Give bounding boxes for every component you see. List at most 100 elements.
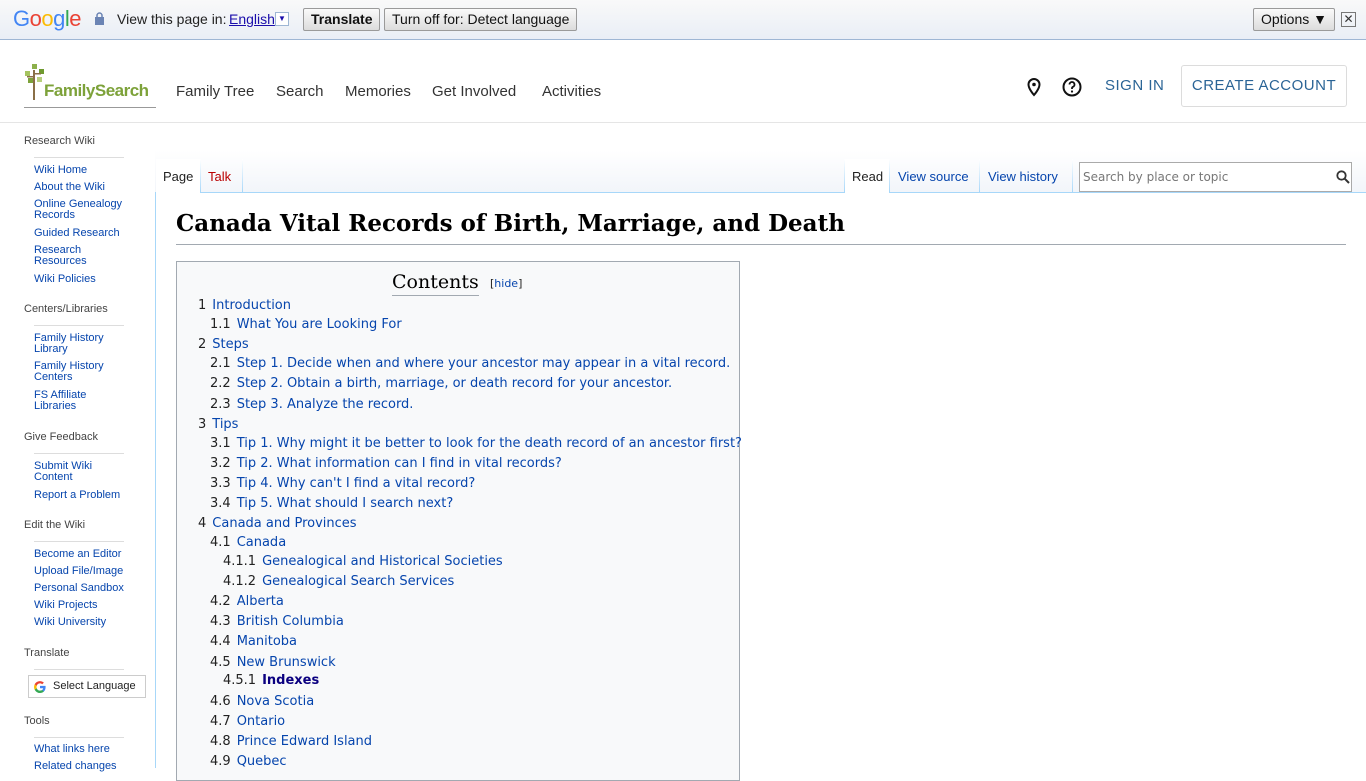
sidebar-item-sandbox[interactable]: Personal Sandbox xyxy=(34,583,144,594)
search-icon[interactable] xyxy=(1336,170,1350,184)
toc-link[interactable]: Manitoba xyxy=(237,634,297,649)
help-icon[interactable] xyxy=(1062,77,1082,97)
tab-view-history[interactable]: View history xyxy=(988,169,1058,184)
toc-link[interactable]: Nova Scotia xyxy=(237,694,315,709)
google-translate-bar: Google View this page in: English ▼ Tran… xyxy=(0,0,1366,40)
sidebar-item-research-resources[interactable]: Research Resources xyxy=(34,245,104,267)
sidebar-heading-translate: Translate xyxy=(24,647,70,659)
sidebar-item-submit-content[interactable]: Submit Wiki Content xyxy=(34,461,109,483)
toc-item[interactable]: 4.1 Canada xyxy=(210,535,286,550)
toc-link[interactable]: Step 1. Decide when and where your ances… xyxy=(237,356,731,371)
language-select[interactable]: English xyxy=(229,11,275,27)
toc-item[interactable]: 3.4 Tip 5. What should I search next? xyxy=(210,496,453,511)
toc-hide-link[interactable]: hide xyxy=(494,277,518,290)
select-language-dropdown[interactable]: Select Language xyxy=(28,675,146,698)
sidebar-item-fh-library[interactable]: Family History Library xyxy=(34,333,114,355)
toc-link[interactable]: Step 3. Analyze the record. xyxy=(237,397,414,412)
toc-link[interactable]: Alberta xyxy=(237,594,284,609)
options-button[interactable]: Options ▼ xyxy=(1253,8,1335,31)
toc-item[interactable]: 1.1 What You are Looking For xyxy=(210,317,402,332)
toc-link[interactable]: Quebec xyxy=(237,754,287,769)
toc-item[interactable]: 4 Canada and Provinces xyxy=(198,516,357,531)
turn-off-button[interactable]: Turn off for: Detect language xyxy=(384,8,578,31)
sidebar-item-wiki-policies[interactable]: Wiki Policies xyxy=(34,274,144,285)
toc-item[interactable]: 1 Introduction xyxy=(198,298,291,313)
divider xyxy=(34,453,124,454)
toc-item[interactable]: 4.4 Manitoba xyxy=(210,634,297,649)
sidebar-item-report-problem[interactable]: Report a Problem xyxy=(34,490,144,501)
sidebar-item-related-changes[interactable]: Related changes xyxy=(34,761,144,772)
toc-item[interactable]: 3 Tips xyxy=(198,417,238,432)
sidebar-item-wiki-university[interactable]: Wiki University xyxy=(34,617,144,628)
toc-link[interactable]: Prince Edward Island xyxy=(237,734,372,749)
toc-link[interactable]: Steps xyxy=(212,337,248,352)
nav-get-involved[interactable]: Get Involved xyxy=(432,83,516,100)
toc-link[interactable]: Tip 5. What should I search next? xyxy=(237,496,454,511)
toc-number: 4.4 xyxy=(210,634,231,649)
toc-hide-toggle[interactable]: [hide] xyxy=(490,277,522,290)
toc-link[interactable]: Introduction xyxy=(212,298,291,313)
toc-item[interactable]: 4.7 Ontario xyxy=(210,714,285,729)
sidebar-item-what-links-here[interactable]: What links here xyxy=(34,744,144,755)
toc-link[interactable]: Genealogical Search Services xyxy=(262,574,454,589)
sidebar-item-wiki-home[interactable]: Wiki Home xyxy=(34,165,144,176)
toc-item[interactable]: 4.5 New Brunswick xyxy=(210,655,336,670)
toc-item[interactable]: 4.1.1 Genealogical and Historical Societi… xyxy=(223,554,503,569)
create-account-button[interactable]: CREATE ACCOUNT xyxy=(1181,65,1347,107)
tab-page[interactable]: Page xyxy=(156,159,200,193)
toc-item[interactable]: 4.1.2 Genealogical Search Services xyxy=(223,574,454,589)
location-pin-icon[interactable] xyxy=(1024,77,1044,97)
toc-item[interactable]: 4.9 Quebec xyxy=(210,754,287,769)
toc-link[interactable]: Tip 1. Why might it be better to look fo… xyxy=(237,436,742,451)
toc-item[interactable]: 2.2 Step 2. Obtain a birth, marriage, or … xyxy=(210,376,672,391)
toc-link[interactable]: British Columbia xyxy=(237,614,344,629)
language-dropdown-icon[interactable]: ▼ xyxy=(275,12,289,26)
toc-link[interactable]: Genealogical and Historical Societies xyxy=(262,554,503,569)
nav-memories[interactable]: Memories xyxy=(345,83,411,100)
toc-link[interactable]: New Brunswick xyxy=(237,655,336,670)
tab-view-source[interactable]: View source xyxy=(898,169,969,184)
toc-link[interactable]: Step 2. Obtain a birth, marriage, or dea… xyxy=(237,376,673,391)
nav-activities[interactable]: Activities xyxy=(542,83,601,100)
toc-link[interactable]: Canada and Provinces xyxy=(212,516,356,531)
toc-link[interactable]: What You are Looking For xyxy=(237,317,402,332)
search-input[interactable]: Search by place or topic xyxy=(1079,162,1352,192)
toc-item[interactable]: 2 Steps xyxy=(198,337,249,352)
toc-item[interactable]: 4.6 Nova Scotia xyxy=(210,694,314,709)
sidebar-item-guided-research[interactable]: Guided Research xyxy=(34,228,144,239)
sidebar-item-upload-file[interactable]: Upload File/Image xyxy=(34,566,144,577)
logo-text: FamilySearch xyxy=(44,81,149,100)
toc-link[interactable]: Tip 4. Why can't I find a vital record? xyxy=(237,476,476,491)
close-icon[interactable]: ✕ xyxy=(1341,12,1356,27)
toc-item[interactable]: 4.5.1 Indexes xyxy=(223,673,319,688)
toc-number: 3.4 xyxy=(210,496,231,511)
toc-item[interactable]: 4.8 Prince Edward Island xyxy=(210,734,372,749)
toc-number: 1 xyxy=(198,298,207,313)
toc-item[interactable]: 4.3 British Columbia xyxy=(210,614,344,629)
familysearch-logo[interactable]: FamilySearch xyxy=(24,64,156,108)
toc-link[interactable]: Indexes xyxy=(262,673,319,688)
sign-in-link[interactable]: SIGN IN xyxy=(1105,77,1164,94)
nav-search[interactable]: Search xyxy=(276,83,324,100)
toc-item[interactable]: 4.2 Alberta xyxy=(210,594,284,609)
nav-family-tree[interactable]: Family Tree xyxy=(176,83,254,100)
sidebar-item-fs-affiliate[interactable]: FS Affiliate Libraries xyxy=(34,390,104,412)
toc-link[interactable]: Tip 2. What information can I find in vi… xyxy=(237,456,562,471)
tab-read[interactable]: Read xyxy=(845,159,889,193)
toc-item[interactable]: 3.2 Tip 2. What information can I find in… xyxy=(210,456,562,471)
sidebar-item-online-records[interactable]: Online Genealogy Records xyxy=(34,199,134,221)
tab-talk[interactable]: Talk xyxy=(208,169,231,184)
toc-item[interactable]: 2.1 Step 1. Decide when and where your an… xyxy=(210,356,730,371)
toc-item[interactable]: 2.3 Step 3. Analyze the record. xyxy=(210,397,413,412)
sidebar-item-become-editor[interactable]: Become an Editor xyxy=(34,549,144,560)
toc-link[interactable]: Canada xyxy=(237,535,286,550)
toc-item[interactable]: 3.3 Tip 4. Why can't I find a vital recor… xyxy=(210,476,475,491)
toc-link[interactable]: Ontario xyxy=(237,714,285,729)
toc-link[interactable]: Tips xyxy=(212,417,238,432)
translate-button[interactable]: Translate xyxy=(303,8,381,31)
toc-number: 4.9 xyxy=(210,754,231,769)
sidebar-item-about-wiki[interactable]: About the Wiki xyxy=(34,182,144,193)
sidebar-item-wiki-projects[interactable]: Wiki Projects xyxy=(34,600,144,611)
toc-item[interactable]: 3.1 Tip 1. Why might it be better to look… xyxy=(210,436,742,451)
sidebar-item-fh-centers[interactable]: Family History Centers xyxy=(34,361,114,383)
